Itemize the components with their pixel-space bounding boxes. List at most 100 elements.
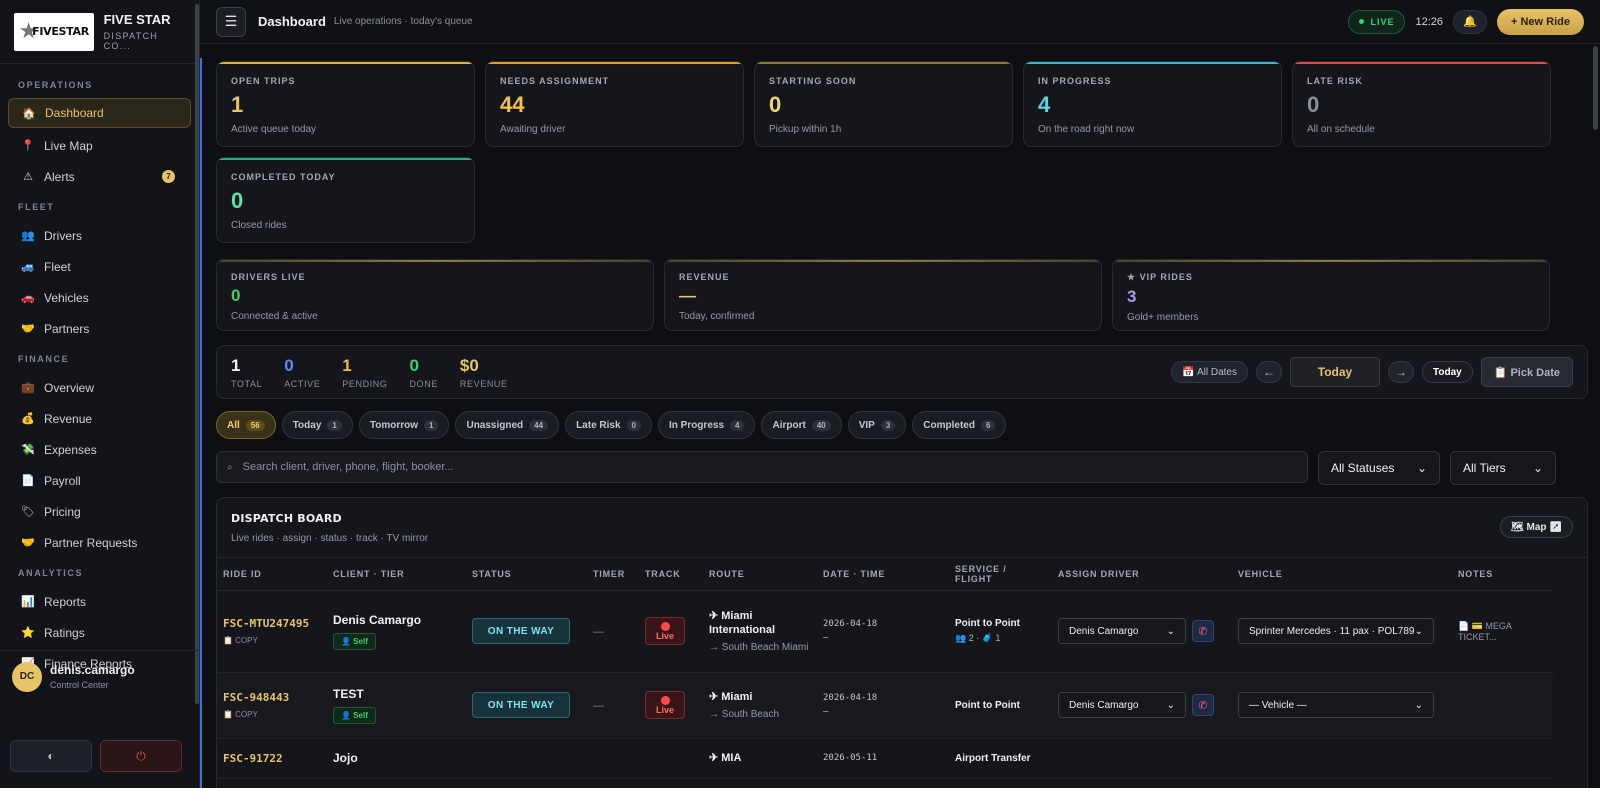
filter-chip-unassigned[interactable]: Unassigned 44 xyxy=(455,411,560,439)
filter-chip-vip[interactable]: VIP 3 xyxy=(847,411,907,439)
filter-chip-completed[interactable]: Completed 6 xyxy=(912,411,1007,439)
filter-chip-late-risk[interactable]: Late Risk 0 xyxy=(565,411,652,439)
sidebar-item-partners[interactable]: 🤝 Partners xyxy=(0,313,199,344)
filter-chip-label: All xyxy=(227,419,240,431)
filter-chip-all[interactable]: All 56 xyxy=(216,411,276,439)
kpi-label: NEEDS ASSIGNMENT xyxy=(500,76,610,86)
contrast-icon: ◐ xyxy=(47,749,55,763)
chevron-down-icon: ⌄ xyxy=(1166,699,1175,711)
vehicle-select[interactable]: Sprinter Mercedes · 11 pax · POL789 ⌄ xyxy=(1238,618,1434,644)
sidebar-item-expenses[interactable]: 💸 Expenses xyxy=(0,434,199,465)
call-driver-button[interactable]: ✆ xyxy=(1192,694,1214,716)
chevron-down-icon: ⌄ xyxy=(1414,625,1423,637)
ride-id[interactable]: FSC-948443 xyxy=(223,691,321,704)
copy-id-button[interactable]: 📋 COPY xyxy=(223,636,321,645)
kpi-card-revenue[interactable]: REVENUE — Today, confirmed xyxy=(664,259,1102,331)
brand-title: FIVE STAR xyxy=(103,12,171,27)
column-header: STATUS xyxy=(466,558,587,591)
column-header: VEHICLE xyxy=(1232,558,1452,591)
table-row[interactable]: FSC-91722 Jojo ✈ MIA 2026-05-11 Airport Tran… xyxy=(217,738,1553,779)
user-role: Control Center xyxy=(50,680,109,690)
stat-label: ACTIVE xyxy=(284,378,321,389)
filter-chip-label: In Progress xyxy=(668,419,725,431)
table-row[interactable]: FSC-MTU247495 📋 COPY Denis Camargo 👤 Self ON… xyxy=(217,590,1553,673)
sidebar-item-pricing[interactable]: 🏷 Pricing xyxy=(0,496,199,527)
current-date-display[interactable]: Today xyxy=(1290,357,1380,387)
status-filter-select[interactable]: All Statuses ⌄ xyxy=(1318,451,1440,485)
call-driver-button[interactable]: ✆ xyxy=(1192,620,1214,642)
kpi-card-vip-rides[interactable]: ★ VIP RIDES 3 Gold+ members xyxy=(1112,259,1550,331)
user-profile[interactable]: DC denis.camargo Control Center xyxy=(0,650,199,702)
service-type: Point to Point xyxy=(955,618,1020,629)
assign-driver-select[interactable]: Denis Camargo ⌄ xyxy=(1058,692,1186,718)
today-button[interactable]: Today xyxy=(1422,361,1473,383)
live-track-button[interactable]: Live xyxy=(645,691,685,719)
pick-date-button[interactable]: 📋 Pick Date xyxy=(1480,357,1573,387)
menu-toggle-button[interactable]: ☰ xyxy=(216,6,246,37)
ride-time: — xyxy=(823,707,829,717)
kpi-label: DRIVERS LIVE xyxy=(231,272,306,282)
prev-date-button[interactable]: ← xyxy=(1256,361,1282,383)
kpi-value: 44 xyxy=(500,92,525,117)
rides-table: RIDE ID CLIENT · TIER STATUS TIMER TRACK ROUT… xyxy=(217,558,1553,779)
filter-chip-tomorrow[interactable]: Tomorrow 1 xyxy=(358,411,450,439)
status-button[interactable]: ON THE WAY xyxy=(472,618,570,644)
tier-filter-select[interactable]: All Tiers ⌄ xyxy=(1450,451,1556,485)
ride-id[interactable]: FSC-MTU247495 xyxy=(223,617,321,630)
kpi-card-completed-today[interactable]: COMPLETED TODAY 0 Closed rides xyxy=(216,157,475,243)
search-input[interactable] xyxy=(242,461,1297,473)
passenger-luggage-count: 👥 2 · 🧳 1 xyxy=(955,633,1001,643)
kpi-card-starting-soon[interactable]: STARTING SOON 0 Pickup within 1h xyxy=(754,61,1013,147)
route-dropoff: → South Beach xyxy=(709,708,780,720)
kpi-card-open-trips[interactable]: OPEN TRIPS 1 Active queue today xyxy=(216,61,475,147)
sidebar-item-drivers[interactable]: 👥 Drivers xyxy=(0,220,199,251)
sidebar-item-reports[interactable]: 📊 Reports xyxy=(0,586,199,617)
sidebar-item-alerts[interactable]: ⚠ Alerts 7 xyxy=(0,161,199,192)
all-dates-button[interactable]: 📅 All Dates xyxy=(1171,361,1248,383)
notifications-button[interactable]: 🔔 xyxy=(1453,9,1487,34)
sidebar-item-dashboard[interactable]: 🏠 Dashboard xyxy=(8,98,191,128)
status-button[interactable]: ON THE WAY xyxy=(472,692,570,718)
page-scrollbar[interactable] xyxy=(1593,46,1598,130)
sidebar-item-label: Ratings xyxy=(44,625,85,640)
ride-notes[interactable]: 📄 💳 MEGA TICKET... xyxy=(1458,621,1547,642)
moneybag-icon: 💰 xyxy=(21,413,35,425)
page-title: Dashboard xyxy=(258,14,326,29)
copy-id-button[interactable]: 📋 COPY xyxy=(223,710,321,719)
power-icon: ⏻ xyxy=(136,748,146,763)
kpi-card-late-risk[interactable]: LATE RISK 0 All on schedule xyxy=(1292,61,1551,147)
logout-button[interactable]: ⏻ xyxy=(100,740,182,772)
brand-header: ★ FIVESTAR FIVE STAR DISPATCH CO... xyxy=(0,0,199,64)
filter-chip-in-progress[interactable]: In Progress 4 xyxy=(657,411,756,439)
sidebar-scrollbar[interactable] xyxy=(195,4,199,704)
company-logo[interactable]: ★ FIVESTAR xyxy=(14,12,94,51)
theme-toggle-button[interactable]: ◐ xyxy=(10,740,92,772)
sidebar-item-payroll[interactable]: 📄 Payroll xyxy=(0,465,199,496)
filter-chip-airport[interactable]: Airport 40 xyxy=(761,411,842,439)
kpi-card-needs-assignment[interactable]: NEEDS ASSIGNMENT 44 Awaiting driver xyxy=(485,61,744,147)
new-ride-button[interactable]: + New Ride xyxy=(1497,8,1584,35)
live-track-button[interactable]: Live xyxy=(645,617,685,645)
sidebar-item-revenue[interactable]: 💰 Revenue xyxy=(0,403,199,434)
column-header: DATE · TIME xyxy=(817,558,949,591)
column-header: ROUTE xyxy=(703,558,817,591)
filter-count-badge: 1 xyxy=(327,419,342,431)
search-box[interactable]: ⌕ xyxy=(216,451,1308,483)
sidebar-item-ratings[interactable]: ⭐ Ratings xyxy=(0,617,199,648)
driver-cell: Denis Camargo ⌄ ✆ xyxy=(1058,618,1226,644)
vehicle-select[interactable]: — Vehicle — ⌄ xyxy=(1238,692,1434,718)
ride-date: 2026-05-11 xyxy=(823,753,878,763)
sidebar-item-vehicles[interactable]: 🚗 Vehicles xyxy=(0,282,199,313)
filter-chip-today[interactable]: Today 1 xyxy=(281,411,353,439)
sidebar-item-partner-requests[interactable]: 🤝 Partner Requests xyxy=(0,527,199,558)
table-row[interactable]: FSC-948443 📋 COPY TEST 👤 Self ON THE WAY — Liv… xyxy=(217,672,1553,739)
kpi-card-drivers-live[interactable]: DRIVERS LIVE 0 Connected & active xyxy=(216,259,654,331)
ride-id[interactable]: FSC-91722 xyxy=(223,752,321,765)
next-date-button[interactable]: → xyxy=(1388,361,1414,383)
sidebar-item-live-map[interactable]: 📍 Live Map xyxy=(0,130,199,161)
assign-driver-select[interactable]: Denis Camargo ⌄ xyxy=(1058,618,1186,644)
sidebar-item-fleet[interactable]: 🚙 Fleet xyxy=(0,251,199,282)
kpi-card-in-progress[interactable]: IN PROGRESS 4 On the road right now xyxy=(1023,61,1282,147)
sidebar-item-overview[interactable]: 💼 Overview xyxy=(0,372,199,403)
open-map-button[interactable]: 🗺 Map ↗ xyxy=(1500,516,1573,538)
